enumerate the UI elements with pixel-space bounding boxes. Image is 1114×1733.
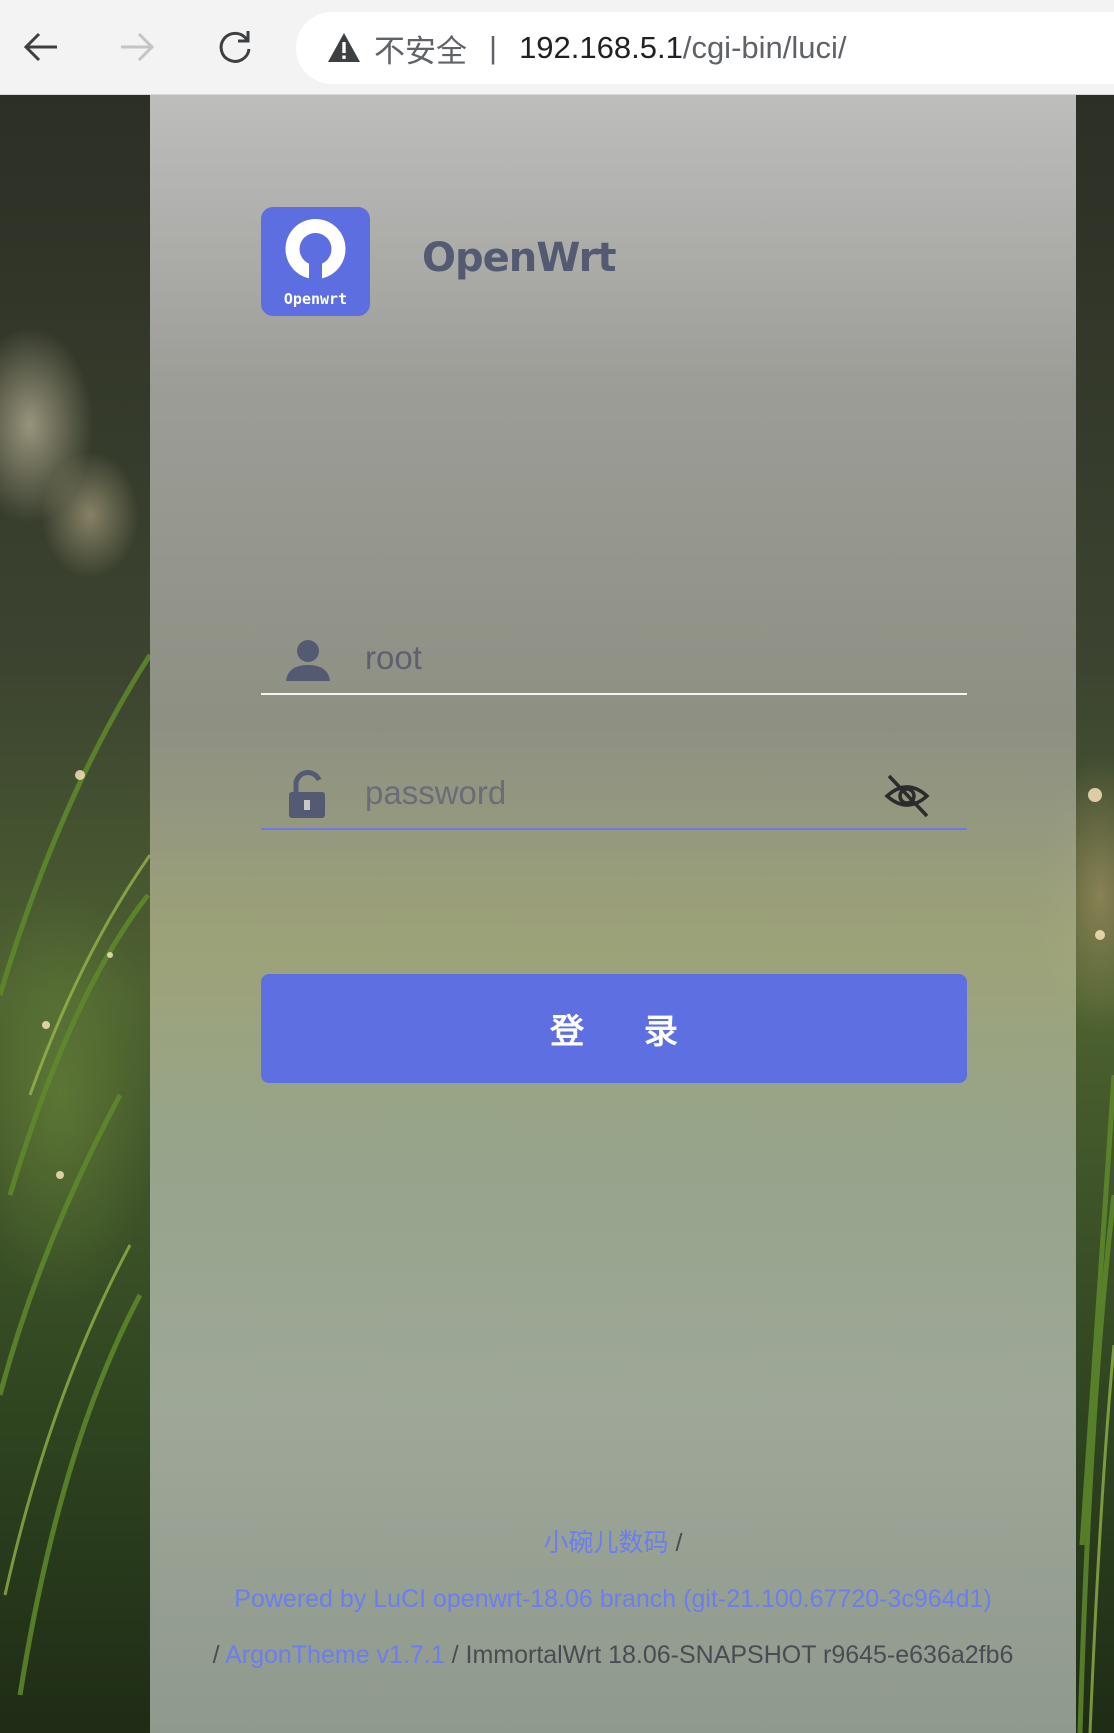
reload-icon [219, 31, 251, 63]
login-panel: Openwrt OpenWrt root password 登 录 小碗儿数码 … [150, 95, 1076, 1733]
insecure-label[interactable]: 不安全 [374, 26, 467, 71]
browser-toolbar: 不安全 | 192.168.5.1/cgi-bin/luci/ [0, 0, 1114, 95]
footer-slash-1: / [668, 1529, 683, 1557]
password-field[interactable]: password [261, 760, 967, 830]
login-button[interactable]: 登 录 [261, 974, 967, 1083]
footer-slash-2: / [212, 1641, 226, 1669]
logo-text: Openwrt [283, 290, 348, 308]
firmware-version: / ImmortalWrt 18.06-SNAPSHOT r9645-e636a… [444, 1641, 1014, 1669]
footer-line-1: 小碗儿数码 / [150, 1515, 1076, 1571]
reload-button[interactable] [210, 22, 260, 72]
eye-off-icon[interactable] [881, 770, 933, 822]
author-link[interactable]: 小碗儿数码 [544, 1529, 669, 1557]
address-bar[interactable]: 不安全 | 192.168.5.1/cgi-bin/luci/ [296, 12, 1114, 84]
url-path: /cgi-bin/luci/ [682, 30, 847, 65]
brand-title: OpenWrt [422, 235, 617, 281]
footer: 小碗儿数码 / Powered by LuCI openwrt-18.06 br… [150, 1515, 1076, 1683]
forward-button[interactable] [112, 22, 162, 72]
warning-triangle-icon [328, 33, 360, 62]
footer-line-3: / ArgonTheme v1.7.1 / ImmortalWrt 18.06-… [150, 1627, 1076, 1683]
theme-link[interactable]: ArgonTheme v1.7.1 [225, 1641, 445, 1669]
address-separator: | [489, 30, 498, 65]
url-host: 192.168.5.1 [519, 30, 683, 65]
password-input[interactable]: password [365, 760, 885, 826]
powered-by-link[interactable]: Powered by LuCI openwrt-18.06 branch (gi… [234, 1585, 991, 1613]
back-button[interactable] [16, 22, 66, 72]
arrow-right-icon [121, 32, 155, 62]
username-input[interactable]: root [365, 625, 885, 691]
footer-line-2: Powered by LuCI openwrt-18.06 branch (gi… [150, 1571, 1076, 1627]
user-icon [286, 640, 330, 681]
arrow-left-icon [23, 32, 57, 62]
lock-icon [289, 770, 325, 818]
username-field[interactable]: root [261, 625, 967, 695]
openwrt-logo: Openwrt [261, 207, 370, 316]
